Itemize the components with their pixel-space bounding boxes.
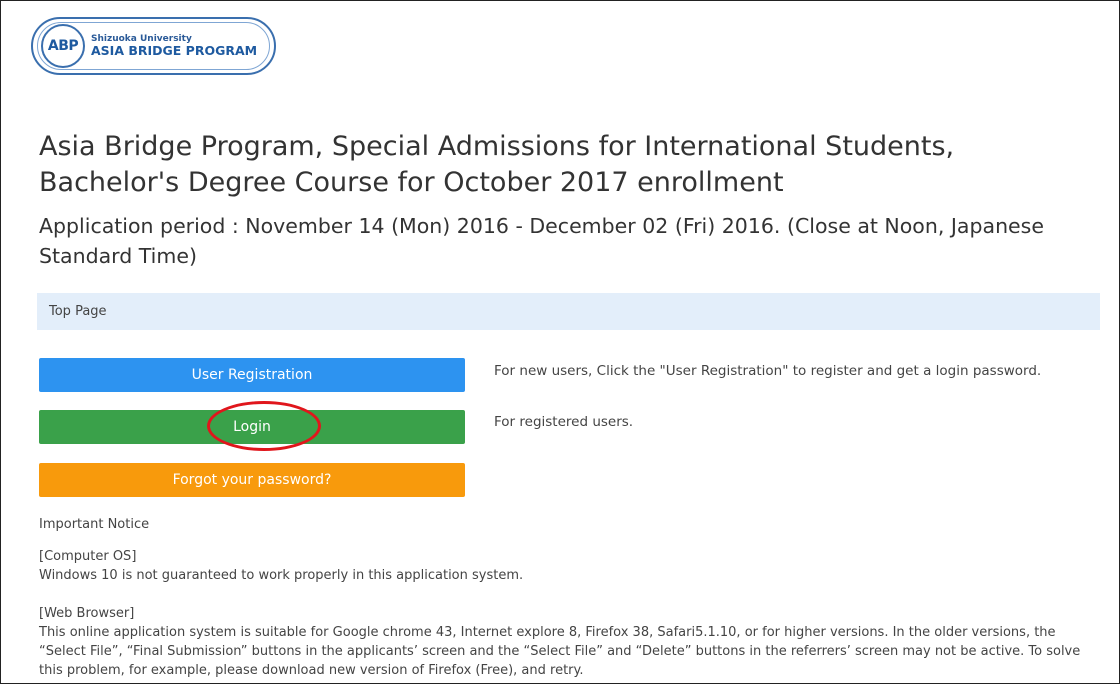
registration-help-text: For new users, Click the "User Registrat…	[494, 363, 1042, 379]
page-title: Asia Bridge Program, Special Admissions …	[39, 131, 955, 198]
breadcrumb-top-page[interactable]: Top Page	[49, 304, 107, 319]
abp-logo-icon: ABP	[41, 24, 85, 68]
logo-text: Shizuoka University ASIA BRIDGE PROGRAM	[91, 34, 258, 59]
web-browser-heading: [Web Browser]	[39, 606, 135, 621]
computer-os-text: Windows 10 is not guaranteed to work pro…	[39, 568, 524, 583]
page-frame: ABP Shizuoka University ASIA BRIDGE PROG…	[0, 0, 1120, 684]
forgot-password-button[interactable]: Forgot your password?	[39, 463, 465, 497]
login-button[interactable]: Login	[39, 410, 465, 444]
university-logo[interactable]: ABP Shizuoka University ASIA BRIDGE PROG…	[31, 17, 276, 75]
important-notice-heading: Important Notice	[39, 517, 150, 532]
web-browser-text: This online application system is suitab…	[39, 625, 1081, 678]
login-help-text: For registered users.	[494, 414, 634, 430]
application-period: Application period : November 14 (Mon) 2…	[39, 214, 1044, 268]
logo-name: ASIA BRIDGE PROGRAM	[91, 43, 258, 59]
breadcrumb: Top Page	[37, 293, 1100, 330]
computer-os-heading: [Computer OS]	[39, 549, 137, 564]
user-registration-button[interactable]: User Registration	[39, 358, 465, 392]
